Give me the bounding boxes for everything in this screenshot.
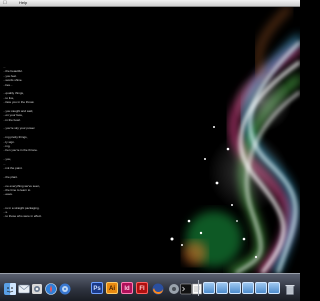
dock: Ps Ai Id Fl bbox=[0, 273, 300, 301]
flash-icon[interactable]: Fl bbox=[136, 282, 148, 294]
illustrator-icon[interactable]: Ai bbox=[106, 282, 118, 294]
photoshop-icon[interactable]: Ps bbox=[91, 282, 103, 294]
menu-bar:  Help bbox=[0, 0, 300, 7]
apple-icon[interactable]:  bbox=[3, 0, 7, 6]
indesign-icon[interactable]: Id bbox=[121, 282, 133, 294]
folder-icon[interactable] bbox=[229, 282, 241, 294]
menu-help[interactable]: Help bbox=[19, 0, 27, 6]
itunes-icon[interactable] bbox=[59, 282, 71, 295]
folder-icon[interactable] bbox=[203, 282, 215, 294]
desktop: ... ...the beautiful. ...you feel. ...wo… bbox=[0, 7, 300, 273]
mail-icon[interactable] bbox=[18, 282, 30, 294]
notes-text: ... ...the beautiful. ...you feel. ...wo… bbox=[3, 65, 91, 219]
trash-icon[interactable] bbox=[284, 282, 296, 295]
folder-icon[interactable] bbox=[242, 282, 254, 294]
firefox-icon[interactable] bbox=[152, 282, 164, 295]
folder-icon[interactable] bbox=[216, 282, 228, 294]
dock-separator bbox=[198, 280, 199, 296]
textedit-icon[interactable] bbox=[191, 282, 203, 295]
safari-icon[interactable] bbox=[45, 282, 57, 295]
preview-icon[interactable] bbox=[31, 282, 43, 294]
folder-icon[interactable] bbox=[255, 282, 267, 294]
finder-icon[interactable] bbox=[4, 282, 16, 295]
notes-line: ...to those who were in effect. bbox=[3, 214, 42, 219]
folder-icon[interactable] bbox=[268, 282, 280, 294]
gear-icon[interactable] bbox=[168, 282, 180, 294]
